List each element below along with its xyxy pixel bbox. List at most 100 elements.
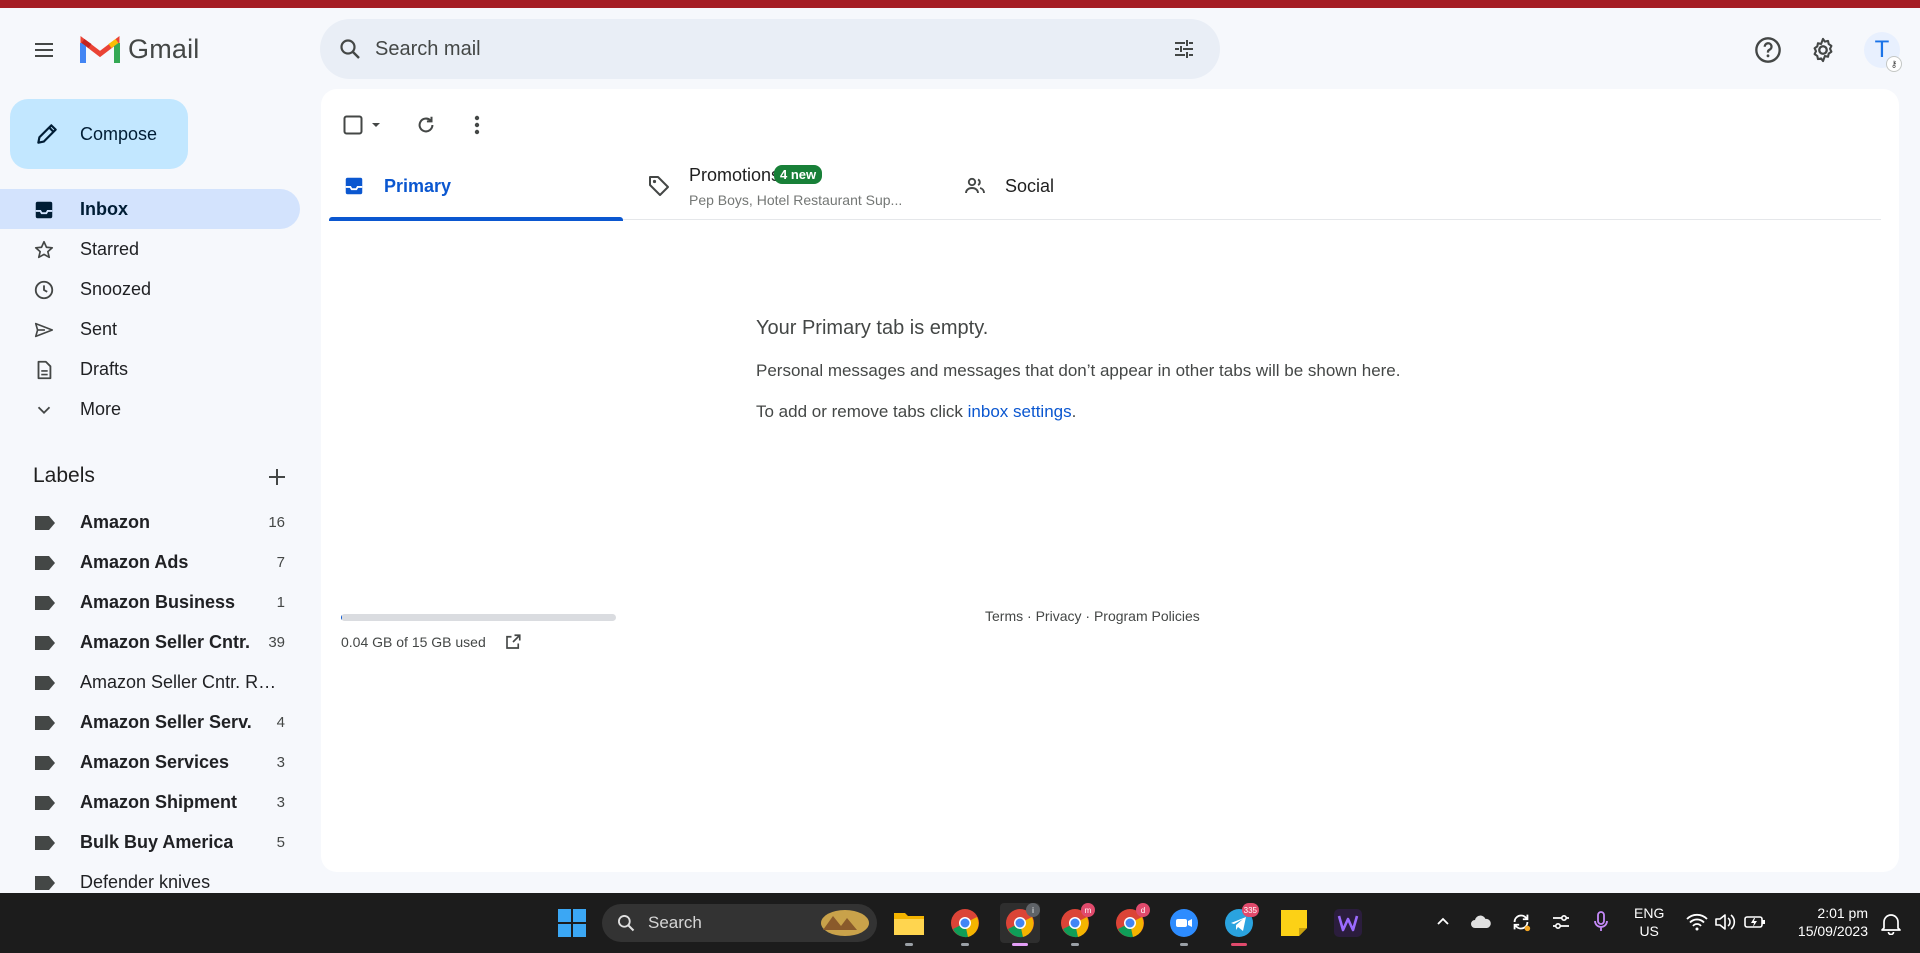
label-tag-icon [35,836,55,850]
program-policies-link[interactable]: Program Policies [1094,608,1200,624]
label-item[interactable]: Amazon 16 [0,503,300,543]
nav-item-drafts[interactable]: Drafts [0,349,300,389]
label-count: 3 [276,754,285,771]
chrome-icon[interactable] [945,903,985,946]
label-tag-icon [35,516,55,530]
onedrive-cloud-icon[interactable] [1468,909,1494,935]
tab-promotions-label: Promotions [689,165,781,185]
label-name: Defender knives [80,872,211,892]
running-indicator [1180,943,1188,946]
notification-bell-icon[interactable] [1880,911,1902,940]
account-key-icon: ⚷ [1886,56,1902,72]
label-count: 16 [268,514,285,531]
windows-start-icon[interactable] [552,903,592,943]
label-name: Amazon Services [80,752,230,772]
label-item[interactable]: Bulk Buy America 5 [0,823,300,863]
settings-gear-icon[interactable] [1803,30,1843,70]
settings-sliders-icon[interactable] [1548,909,1574,935]
storage-usage-fill [341,614,342,621]
label-count: 1 [276,594,285,611]
new-count-badge: 4 new [774,165,823,184]
label-item[interactable]: Amazon Shipment 3 [0,783,300,823]
label-tag-icon [35,556,55,570]
tab-social[interactable]: Social [950,153,1250,220]
language-code: ENG [1634,905,1665,921]
nav-label-inbox: Inbox [80,198,128,219]
label-count: 4 [276,714,285,731]
header: Gmail T ⚷ [0,8,1920,90]
gmail-logo[interactable]: Gmail [80,34,200,65]
nav-item-inbox[interactable]: Inbox [0,189,300,229]
volume-icon[interactable] [1712,909,1738,935]
microphone-icon[interactable] [1588,909,1614,935]
unread-count-badge: 335 [1241,903,1259,917]
label-item[interactable]: Amazon Ads 7 [0,543,300,583]
refresh-button[interactable] [406,105,446,145]
label-item[interactable]: Amazon Seller Cntr. 39 [0,623,300,663]
battery-icon[interactable] [1742,909,1768,935]
tab-primary[interactable]: Primary [329,153,623,221]
main-menu-button[interactable] [24,30,64,70]
inbox-tab-icon [341,173,367,199]
star-icon [32,238,56,262]
nav-item-more[interactable]: More [0,389,300,429]
label-name: Amazon Shipment [80,792,238,812]
select-all-checkbox[interactable] [338,105,388,145]
w-app-icon[interactable] [1328,903,1368,943]
label-name: Amazon Seller Serv. [80,712,252,732]
label-item[interactable]: Amazon Seller Serv. 4 [0,703,300,743]
label-item[interactable]: Amazon Services 3 [0,743,300,783]
tab-promotions[interactable]: Promotions 4 new Pep Boys, Hotel Restaur… [634,153,934,220]
search-bar[interactable] [320,19,1220,79]
terms-link[interactable]: Terms [985,608,1023,624]
sticky-notes-icon[interactable] [1274,903,1314,943]
open-in-new-icon[interactable] [503,632,523,652]
nav-item-starred[interactable]: Starred [0,229,300,269]
clock-icon [32,278,56,302]
inbox-settings-link[interactable]: inbox settings [968,402,1072,421]
nav-item-sent[interactable]: Sent [0,309,300,349]
chevron-up-icon[interactable] [1430,909,1456,935]
label-tag-icon [35,756,55,770]
search-options-icon[interactable] [1168,33,1200,65]
telegram-icon[interactable]: 335 [1219,903,1259,946]
window-top-strip [0,0,1920,8]
profile-badge: d [1136,903,1150,917]
profile-badge: i [1026,903,1040,917]
label-name: Amazon Seller Cntr. [80,632,251,652]
refresh-icon [418,116,434,133]
help-icon[interactable] [1748,30,1788,70]
sync-icon[interactable] [1508,909,1534,935]
taskbar-search-box[interactable]: Search [602,904,877,942]
running-indicator [961,943,969,946]
tab-promotions-snippet: Pep Boys, Hotel Restaurant Sup... [689,192,903,208]
search-input[interactable] [375,19,1135,79]
create-label-plus-icon[interactable] [262,462,292,492]
clock-date: 15/09/2023 [1797,923,1868,939]
taskbar-search-label: Search [648,913,702,932]
chrome-icon[interactable]: d [1110,903,1150,943]
chrome-icon[interactable]: i [1000,903,1040,946]
more-actions-button[interactable] [457,105,497,145]
label-tag-icon [35,676,55,690]
input-language-indicator[interactable]: ENG US [1634,904,1664,940]
search-icon [618,915,635,932]
nav-label-starred: Starred [80,238,140,259]
label-item[interactable]: Amazon Business 1 [0,583,300,623]
label-item[interactable]: Amazon Seller Cntr. Ref... [0,663,300,703]
empty-state: Your Primary tab is empty. Personal mess… [756,317,1401,422]
compose-button[interactable]: Compose [10,99,188,169]
nav-item-snoozed[interactable]: Snoozed [0,269,300,309]
system-clock[interactable]: 2:01 pm 15/09/2023 [1786,904,1868,940]
label-name: Amazon Seller Cntr. Ref... [80,672,280,692]
search-icon[interactable] [334,33,366,65]
file-explorer-icon[interactable] [889,903,929,946]
chrome-icon[interactable]: m [1055,903,1095,946]
label-tag-icon [35,796,55,810]
zoom-icon[interactable] [1164,903,1204,946]
privacy-link[interactable]: Privacy [1036,608,1082,624]
wifi-icon[interactable] [1684,909,1710,935]
empty-title: Your Primary tab is empty. [756,317,989,339]
more-vert-icon [474,115,480,135]
gmail-wordmark: Gmail [128,34,200,64]
